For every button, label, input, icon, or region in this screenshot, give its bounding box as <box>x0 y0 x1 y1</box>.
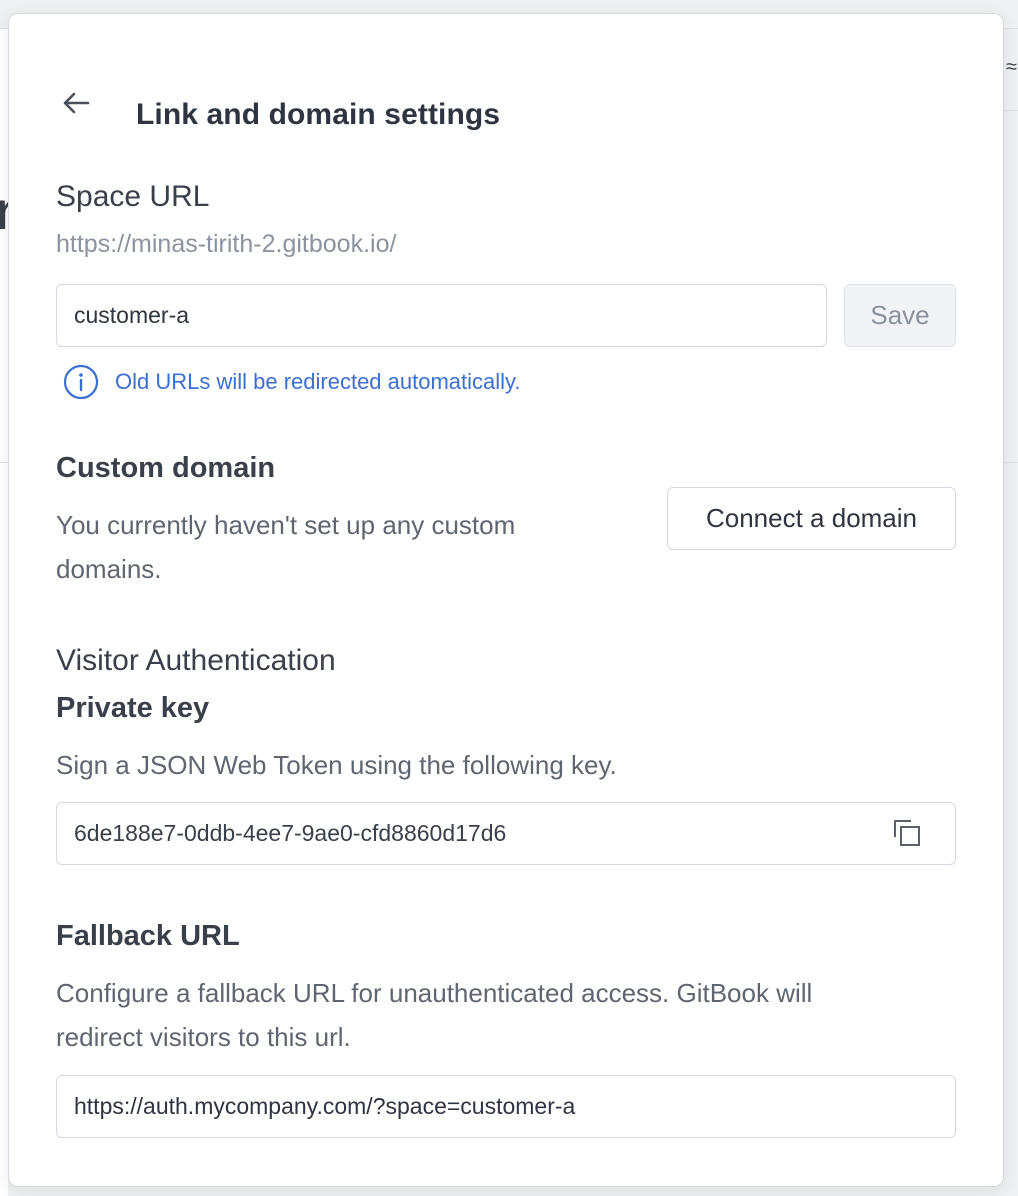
space-slug-value: customer-a <box>74 302 190 328</box>
private-key-heading: Private key <box>56 692 210 724</box>
fallback-url-description-line: Configure a fallback URL for unauthentic… <box>56 978 813 1008</box>
private-key-description: Sign a JSON Web Token using the followin… <box>56 750 617 780</box>
fallback-url-description: Configure a fallback URL for unauthentic… <box>56 971 956 1059</box>
connect-domain-button[interactable]: Connect a domain <box>667 487 956 550</box>
fallback-url-description-line: redirect visitors to this url. <box>56 1022 351 1052</box>
redirect-hint: Old URLs will be redirected automaticall… <box>63 364 521 400</box>
space-base-url: https://minas-tirith-2.gitbook.io/ <box>56 230 397 258</box>
copy-icon[interactable] <box>891 817 923 849</box>
space-url-heading: Space URL <box>56 180 210 213</box>
space-slug-input[interactable]: customer-a <box>56 284 827 347</box>
settings-panel: Link and domain settings Space URL https… <box>8 13 1004 1187</box>
background-divider <box>0 462 8 463</box>
redirect-hint-text: Old URLs will be redirected automaticall… <box>115 369 521 394</box>
panel-title: Link and domain settings <box>136 98 501 131</box>
back-button[interactable] <box>59 86 93 120</box>
custom-domain-description-line: domains. <box>56 554 162 584</box>
arrow-left-icon <box>63 92 90 114</box>
private-key-value: 6de188e7-0ddb-4ee7-9ae0-cfd8860d17d6 <box>74 820 507 846</box>
fallback-url-input[interactable]: https://auth.mycompany.com/?space=custom… <box>56 1075 956 1138</box>
custom-domain-description-line: You currently haven't set up any custom <box>56 510 516 540</box>
custom-domain-description: You currently haven't set up any custom … <box>56 503 636 591</box>
info-circle-icon <box>63 364 99 400</box>
private-key-field[interactable]: 6de188e7-0ddb-4ee7-9ae0-cfd8860d17d6 <box>56 802 956 865</box>
background-chart-icon: ≈ <box>1006 56 1017 78</box>
custom-domain-heading: Custom domain <box>56 452 276 484</box>
fallback-url-value: https://auth.mycompany.com/?space=custom… <box>74 1093 576 1119</box>
fallback-url-heading: Fallback URL <box>56 920 240 952</box>
background-divider <box>1004 462 1018 463</box>
save-button[interactable]: Save <box>844 284 956 347</box>
visitor-auth-heading: Visitor Authentication <box>56 644 336 677</box>
background-divider <box>1004 110 1018 111</box>
